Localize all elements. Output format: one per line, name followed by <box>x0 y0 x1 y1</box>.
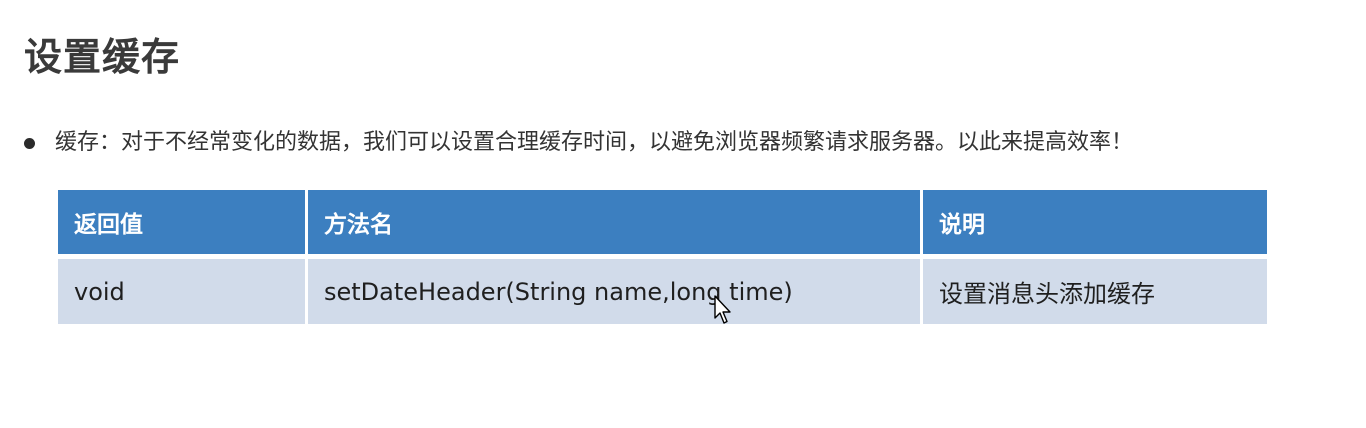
slide-title: 设置缓存 <box>24 35 181 79</box>
bullet-item: 缓存：对于不经常变化的数据，我们可以设置合理缓存时间，以避免浏览器频繁请求服务器… <box>24 126 1133 160</box>
bullet-dot-icon <box>24 137 35 149</box>
method-table: 返回值 方法名 说明 void setDateHeader(String nam… <box>58 190 1267 324</box>
table-header-row: 返回值 方法名 说明 <box>58 190 1267 254</box>
header-method-name: 方法名 <box>308 190 923 254</box>
slide: 设置缓存 缓存：对于不经常变化的数据，我们可以设置合理缓存时间，以避免浏览器频繁… <box>0 0 1366 428</box>
table-row: void setDateHeader(String name,long time… <box>58 254 1267 324</box>
cell-return-value: void <box>58 259 308 324</box>
header-description: 说明 <box>923 190 1267 254</box>
cell-method-name: setDateHeader(String name,long time) <box>308 259 923 324</box>
cell-description: 设置消息头添加缓存 <box>923 259 1267 324</box>
mouse-pointer-icon <box>714 295 731 324</box>
header-return-value: 返回值 <box>58 190 308 254</box>
bullet-text: 缓存：对于不经常变化的数据，我们可以设置合理缓存时间，以避免浏览器频繁请求服务器… <box>55 130 1134 155</box>
